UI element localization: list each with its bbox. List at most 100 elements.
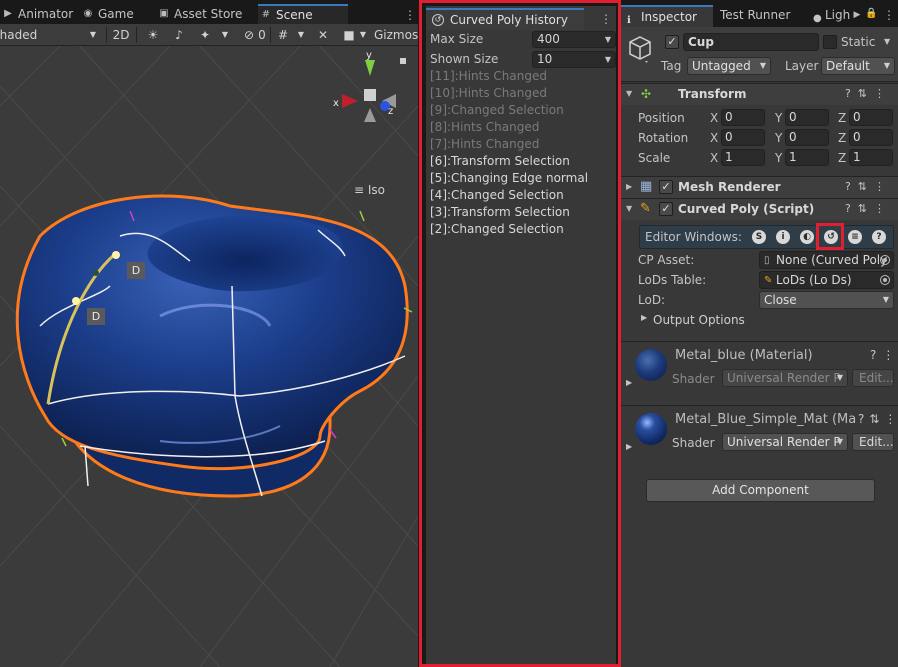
- rotation-label: Rotation: [638, 131, 689, 145]
- projection-toggle[interactable]: ≡ Iso: [354, 183, 385, 197]
- neg-y-axis-cone[interactable]: [364, 108, 376, 122]
- position-x-field[interactable]: 0: [721, 109, 765, 126]
- gizmo-center-cube[interactable]: [364, 89, 376, 101]
- object-picker-icon[interactable]: [880, 255, 890, 265]
- scale-y-field[interactable]: 1: [785, 149, 829, 166]
- scene-canvas[interactable]: y x z: [0, 46, 418, 667]
- cube-icon[interactable]: [627, 35, 653, 63]
- help-window-icon[interactable]: ?: [872, 230, 886, 244]
- foldout-icon[interactable]: ▶: [626, 182, 632, 191]
- material-window-icon[interactable]: ◐: [800, 230, 814, 244]
- history-menu-icon[interactable]: ⋮: [600, 12, 612, 26]
- chevron-down-icon[interactable]: ▼: [294, 26, 308, 44]
- layer-dropdown[interactable]: Default ▼: [821, 57, 895, 75]
- edge-handle-point[interactable]: [112, 251, 120, 259]
- scale-z-field[interactable]: 1: [849, 149, 893, 166]
- component-buttons[interactable]: ?⇅⋮: [845, 180, 892, 193]
- foldout-icon[interactable]: ▶: [626, 442, 632, 451]
- curved-poly-header[interactable]: ▼ ✎ ✓ Curved Poly (Script) ?⇅⋮: [621, 198, 898, 220]
- static-checkbox[interactable]: [823, 35, 837, 49]
- gizmo-x-label: x: [333, 98, 339, 109]
- transform-header[interactable]: ▼ ✣ Transform ?⇅⋮: [621, 83, 898, 105]
- history-entry[interactable]: [6]:Transform Selection: [430, 153, 570, 170]
- tab-test-runner[interactable]: Test Runner: [720, 5, 790, 27]
- chevron-down-icon[interactable]: ▼: [356, 26, 370, 44]
- lod-dropdown[interactable]: Close ▼: [759, 291, 894, 309]
- chevron-down-icon[interactable]: ▼: [884, 37, 890, 46]
- rotation-z-field[interactable]: 0: [849, 129, 893, 146]
- chevron-down-icon[interactable]: ▼: [218, 26, 232, 44]
- history-entry[interactable]: [5]:Changing Edge normal: [430, 170, 588, 187]
- tab-lighting[interactable]: ● Ligh: [811, 5, 851, 27]
- component-buttons[interactable]: ?⇅⋮: [845, 202, 892, 215]
- orientation-gizmo[interactable]: y x z: [333, 50, 406, 122]
- edit-shader-button[interactable]: Edit...: [852, 369, 894, 387]
- x-axis-cone[interactable]: [342, 94, 358, 108]
- object-name-field[interactable]: Cup: [683, 33, 819, 51]
- max-size-dropdown[interactable]: 400 ▼: [532, 31, 616, 48]
- component-buttons[interactable]: ?⇅⋮: [858, 412, 898, 426]
- history-entry[interactable]: [3]:Transform Selection: [430, 204, 570, 221]
- edge-handle-point[interactable]: [93, 270, 99, 276]
- y-axis-cone[interactable]: [365, 60, 375, 76]
- foldout-icon[interactable]: ▶: [626, 378, 632, 387]
- object-picker-icon[interactable]: [880, 275, 890, 285]
- hamburger-icon: ≡: [354, 183, 365, 197]
- settings-window-icon[interactable]: ≡: [848, 230, 862, 244]
- foldout-icon[interactable]: ▶: [641, 313, 647, 322]
- info-window-icon[interactable]: i: [776, 230, 790, 244]
- position-y-field[interactable]: 0: [785, 109, 829, 126]
- active-checkbox[interactable]: ✓: [665, 35, 679, 49]
- mesh-renderer-header[interactable]: ▶ ▦ ✓ Mesh Renderer ?⇅⋮: [621, 176, 898, 198]
- history-entry[interactable]: [11]:Hints Changed: [430, 68, 547, 85]
- tab-asset-store[interactable]: ▣ Asset Store: [156, 5, 242, 24]
- history-entry[interactable]: [8]:Hints Changed: [430, 119, 539, 136]
- curved-poly-enabled-checkbox[interactable]: ✓: [659, 202, 673, 216]
- mesh-renderer-enabled-checkbox[interactable]: ✓: [659, 180, 673, 194]
- gizmo-lock-icon[interactable]: [400, 58, 406, 64]
- cp-asset-value: None (Curved Poly: [776, 253, 888, 267]
- shape-window-icon[interactable]: S: [752, 230, 766, 244]
- grid-snap-icon[interactable]: #: [274, 26, 292, 44]
- tag-dropdown[interactable]: Untagged ▼: [687, 57, 771, 75]
- tab-game[interactable]: ◉ Game: [80, 5, 134, 24]
- mode-2d-button[interactable]: 2D: [110, 26, 132, 44]
- scale-x-field[interactable]: 1: [721, 149, 765, 166]
- chevron-right-icon[interactable]: ▶: [851, 8, 863, 22]
- inspector-menu-icon[interactable]: ⋮: [883, 8, 895, 22]
- history-entry[interactable]: [4]:Changed Selection: [430, 187, 564, 204]
- history-entry[interactable]: [2]:Changed Selection: [430, 221, 564, 238]
- component-buttons[interactable]: ?⇅⋮: [845, 87, 892, 100]
- rotation-y-field[interactable]: 0: [785, 129, 829, 146]
- lighting-toggle-icon[interactable]: ☀: [144, 26, 162, 44]
- audio-toggle-icon[interactable]: ♪: [170, 26, 188, 44]
- edit-shader-button[interactable]: Edit...: [852, 433, 894, 451]
- shader-dropdown[interactable]: Universal Render P ▼: [722, 369, 848, 387]
- rotation-x-field[interactable]: 0: [721, 129, 765, 146]
- draw-mode-dropdown[interactable]: Shaded ▼: [0, 26, 102, 44]
- history-entry[interactable]: [10]:Hints Changed: [430, 85, 547, 102]
- edge-handle-point[interactable]: [72, 297, 80, 305]
- tools-icon[interactable]: ✕: [314, 26, 332, 44]
- effects-toggle-icon[interactable]: ✦: [196, 26, 214, 44]
- shown-size-dropdown[interactable]: 10 ▼: [532, 51, 616, 68]
- gizmos-dropdown[interactable]: Gizmos: [374, 26, 418, 44]
- tab-curved-poly-history[interactable]: ↺ Curved Poly History: [426, 8, 584, 30]
- history-entry[interactable]: [7]:Hints Changed: [430, 136, 539, 153]
- lods-table-field[interactable]: ✎ LoDs (Lo Ds): [759, 271, 894, 289]
- add-component-button[interactable]: Add Component: [646, 479, 875, 502]
- tab-animator[interactable]: ▶ Animator: [0, 5, 73, 24]
- output-options-foldout[interactable]: Output Options: [653, 313, 745, 327]
- lock-icon[interactable]: 🔒: [865, 7, 877, 21]
- tab-scene[interactable]: # Scene: [258, 4, 348, 24]
- foldout-icon[interactable]: ▼: [626, 204, 632, 213]
- foldout-icon[interactable]: ▼: [626, 89, 632, 98]
- tab-inspector[interactable]: ℹ Inspector: [621, 5, 713, 27]
- history-entry[interactable]: [9]:Changed Selection: [430, 102, 564, 119]
- position-z-field[interactable]: 0: [849, 109, 893, 126]
- scene-viewport[interactable]: y x z ≡ Iso D D: [0, 46, 418, 667]
- scene-menu-icon[interactable]: ⋮: [404, 8, 416, 22]
- shader-dropdown[interactable]: Universal Render P ▼: [722, 433, 848, 451]
- component-buttons[interactable]: ?⋮: [870, 348, 898, 362]
- cp-asset-field[interactable]: ▯ None (Curved Poly: [759, 251, 894, 269]
